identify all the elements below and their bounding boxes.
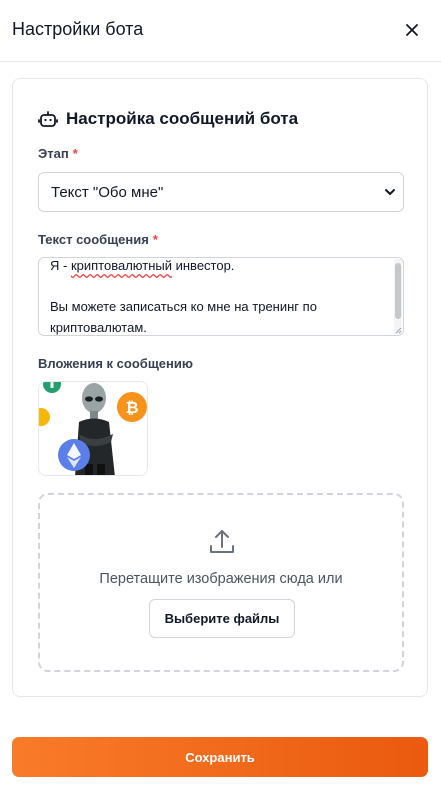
bot-messages-card: Настройка сообщений бота Этап * Текст "Об… bbox=[12, 78, 428, 697]
section-header: Настройка сообщений бота bbox=[38, 109, 298, 129]
attachments-label: Вложения к сообщению bbox=[38, 356, 193, 371]
chevron-down-icon bbox=[385, 189, 395, 195]
image-dropzone[interactable]: Перетащите изображения сюда или Выберите… bbox=[38, 493, 404, 672]
dropzone-text: Перетащите изображения сюда или bbox=[99, 571, 343, 587]
save-button[interactable]: Сохранить bbox=[12, 737, 428, 777]
resize-grip-icon[interactable] bbox=[395, 327, 402, 334]
scrollbar-thumb[interactable] bbox=[395, 263, 401, 319]
stage-select-value: Текст "Обо мне" bbox=[51, 183, 164, 201]
upload-icon bbox=[210, 530, 234, 553]
modal-header: Настройки бота bbox=[0, 0, 441, 62]
required-mark: * bbox=[152, 232, 158, 247]
bot-icon bbox=[38, 111, 58, 127]
close-button[interactable] bbox=[400, 18, 424, 42]
message-text: Я - криптовалютный инвестор. Вы можете з… bbox=[50, 258, 317, 335]
svg-text:₿: ₿ bbox=[125, 398, 138, 417]
stage-select[interactable]: Текст "Обо мне" bbox=[38, 172, 404, 212]
attachment-image: ₿ bbox=[39, 382, 147, 475]
misspelled-word: криптовалютный bbox=[70, 258, 172, 273]
close-icon bbox=[406, 24, 418, 36]
message-textarea[interactable]: Я - криптовалютный инвестор. Вы можете з… bbox=[38, 257, 404, 336]
required-mark: * bbox=[72, 146, 78, 161]
choose-files-button[interactable]: Выберите файлы bbox=[149, 599, 295, 638]
message-label-text: Текст сообщения bbox=[38, 232, 149, 247]
message-label: Текст сообщения * bbox=[38, 232, 158, 247]
modal-title: Настройки бота bbox=[12, 19, 144, 39]
stage-label-text: Этап bbox=[38, 146, 69, 161]
textarea-scrollbar[interactable] bbox=[394, 259, 402, 334]
section-title: Настройка сообщений бота bbox=[66, 109, 299, 128]
stage-label: Этап * bbox=[38, 146, 78, 161]
attachment-thumbnail[interactable]: ₿ bbox=[38, 381, 148, 476]
